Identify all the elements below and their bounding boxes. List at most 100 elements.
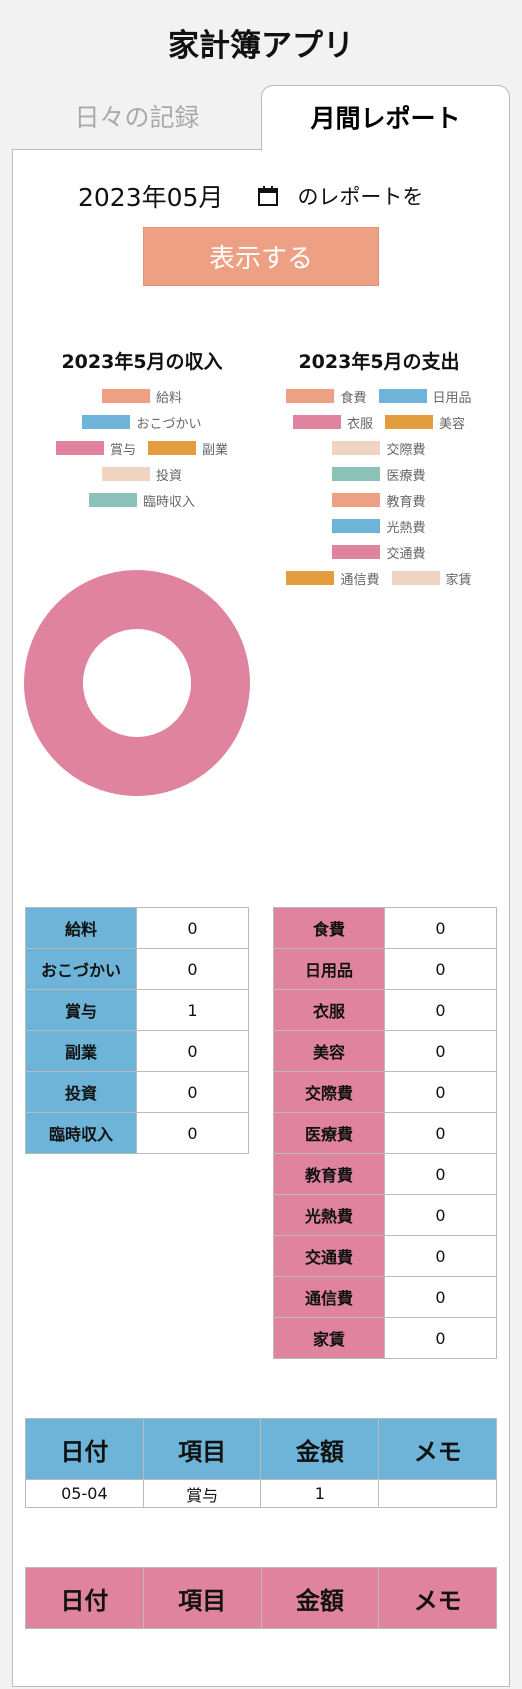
legend-swatch <box>101 389 150 403</box>
legend-swatch <box>332 493 381 507</box>
category-label: 医療費 <box>273 1112 385 1154</box>
legend-item[interactable]: 交際費 <box>332 439 426 458</box>
month-input[interactable]: 2023年05月 <box>78 178 223 214</box>
column-header-amount: 金額 <box>260 1567 380 1629</box>
column-header-item: 項目 <box>142 1418 262 1480</box>
expense-records-table: 日付 項目 金額 メモ <box>25 1567 497 1629</box>
category-value: 0 <box>384 1276 497 1318</box>
legend-item[interactable]: 給料 <box>101 387 182 406</box>
legend-swatch <box>292 415 341 429</box>
table-row: 美容 0 <box>273 1030 497 1072</box>
legend-item[interactable]: 交通費 <box>332 543 426 562</box>
legend-item[interactable]: 衣服 <box>292 413 373 432</box>
category-label: 家賃 <box>273 1317 385 1359</box>
income-donut-chart <box>24 570 250 796</box>
legend-swatch <box>101 467 150 481</box>
category-value: 0 <box>384 1235 497 1277</box>
expense-chart-title: 2023年5月の支出 <box>298 351 460 373</box>
tab-daily-records[interactable]: 日々の記録 <box>12 98 262 134</box>
category-label: 教育費 <box>273 1153 385 1195</box>
legend-swatch <box>286 571 335 585</box>
legend-item[interactable]: 投資 <box>101 465 182 484</box>
table-row[interactable]: 05-04 賞与 1 <box>25 1479 497 1508</box>
calendar-icon[interactable] <box>257 185 279 207</box>
category-label: 通信費 <box>273 1276 385 1318</box>
legend-item[interactable]: 通信費 <box>286 569 380 588</box>
legend-item[interactable]: 医療費 <box>332 465 426 484</box>
category-value: 0 <box>384 1112 497 1154</box>
category-value: 0 <box>136 1030 249 1072</box>
category-label: 交際費 <box>273 1071 385 1113</box>
category-value: 0 <box>384 1071 497 1113</box>
legend-swatch <box>332 545 381 559</box>
table-row: 通信費 0 <box>273 1276 497 1318</box>
legend-swatch <box>378 389 427 403</box>
income-totals-table: 給料 0 おこづかい 0 賞与 1 副業 0 投資 0 臨時収入 0 <box>25 907 249 1154</box>
record-amount: 1 <box>260 1479 380 1508</box>
legend-swatch <box>148 441 196 455</box>
column-header-memo: メモ <box>378 1418 497 1480</box>
category-label: 副業 <box>25 1030 137 1072</box>
category-label: 給料 <box>25 907 137 949</box>
tab-monthly-report[interactable]: 月間レポート <box>261 85 510 151</box>
legend-item[interactable]: おこづかい <box>82 413 202 432</box>
legend-swatch <box>332 519 381 533</box>
category-value: 0 <box>136 948 249 990</box>
table-row: 副業 0 <box>25 1030 249 1072</box>
legend-item[interactable]: 美容 <box>385 413 465 432</box>
legend-swatch <box>332 441 381 455</box>
legend-item[interactable]: 光熱費 <box>332 517 426 536</box>
category-label: 光熱費 <box>273 1194 385 1236</box>
table-row: 日用品 0 <box>273 948 497 990</box>
table-row: 給料 0 <box>25 907 249 949</box>
legend-swatch <box>385 415 433 429</box>
column-header-amount: 金額 <box>260 1418 380 1480</box>
legend-item[interactable]: 家賃 <box>391 569 472 588</box>
category-value: 0 <box>384 907 497 949</box>
category-value: 0 <box>136 1112 249 1154</box>
column-header-date: 日付 <box>25 1418 144 1480</box>
record-item: 賞与 <box>142 1479 262 1508</box>
category-label: 日用品 <box>273 948 385 990</box>
column-header-memo: メモ <box>378 1567 497 1629</box>
legend-item[interactable]: 臨時収入 <box>88 491 195 510</box>
show-report-button[interactable]: 表示する <box>143 227 379 286</box>
app-title: 家計簿アプリ <box>168 28 354 64</box>
legend-item[interactable]: 賞与 <box>55 439 136 458</box>
category-label: 臨時収入 <box>25 1112 137 1154</box>
table-row: おこづかい 0 <box>25 948 249 990</box>
table-header-row: 日付 項目 金額 メモ <box>25 1418 497 1480</box>
category-label: 交通費 <box>273 1235 385 1277</box>
table-row: 臨時収入 0 <box>25 1112 249 1154</box>
category-value: 0 <box>136 907 249 949</box>
table-row: 食費 0 <box>273 907 497 949</box>
category-value: 0 <box>384 989 497 1031</box>
legend-swatch <box>55 441 104 455</box>
legend-swatch <box>88 493 137 507</box>
legend-swatch <box>332 467 381 481</box>
legend-swatch <box>391 571 440 585</box>
donut-slice-賞与[interactable] <box>24 570 250 796</box>
table-row: 交通費 0 <box>273 1235 497 1277</box>
category-value: 1 <box>136 989 249 1031</box>
table-row: 医療費 0 <box>273 1112 497 1154</box>
category-value: 0 <box>136 1071 249 1113</box>
record-date: 05-04 <box>25 1479 144 1508</box>
category-value: 0 <box>384 948 497 990</box>
table-row: 家賃 0 <box>273 1317 497 1359</box>
table-row: 衣服 0 <box>273 989 497 1031</box>
table-row: 光熱費 0 <box>273 1194 497 1236</box>
category-label: おこづかい <box>25 948 137 990</box>
income-chart-title: 2023年5月の収入 <box>61 351 223 373</box>
legend-swatch <box>286 389 335 403</box>
column-header-date: 日付 <box>25 1567 144 1629</box>
category-label: 賞与 <box>25 989 137 1031</box>
legend-item[interactable]: 教育費 <box>332 491 426 510</box>
table-row: 賞与 1 <box>25 989 249 1031</box>
category-label: 投資 <box>25 1071 137 1113</box>
table-row: 教育費 0 <box>273 1153 497 1195</box>
table-header-row: 日付 項目 金額 メモ <box>25 1567 497 1629</box>
legend-item[interactable]: 食費 <box>286 387 367 406</box>
legend-item[interactable]: 副業 <box>148 439 228 458</box>
legend-item[interactable]: 日用品 <box>378 387 472 406</box>
